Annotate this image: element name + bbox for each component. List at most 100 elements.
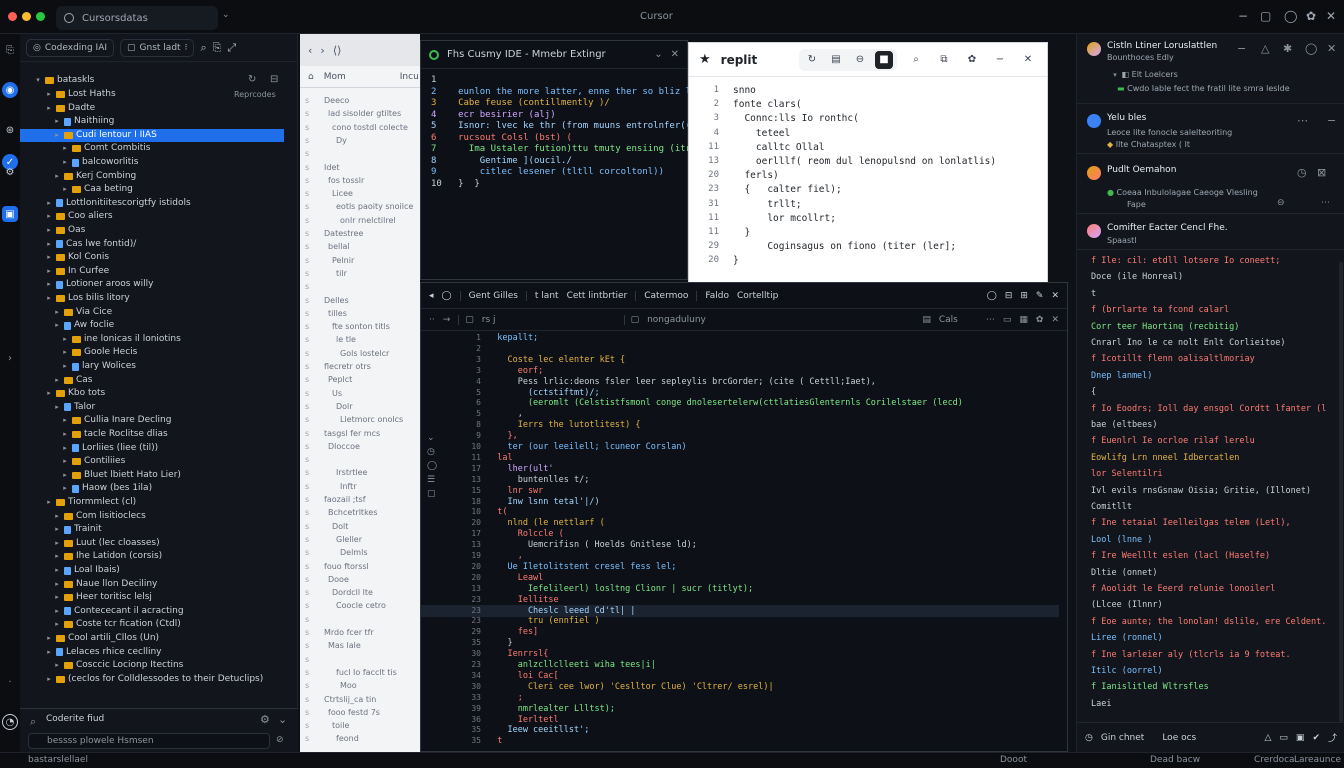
tree-item[interactable]: ▸ Cas <box>20 374 92 387</box>
restore-icon[interactable]: ▢ <box>1260 9 1271 23</box>
back-icon[interactable]: ‹ <box>308 44 312 57</box>
doc-icon[interactable]: ▭ <box>1279 733 1288 743</box>
tree-item[interactable]: ▸ Luut (lec cloasses) <box>20 537 159 550</box>
filter-button[interactable]: ▢ Gnst ladt ⁝ <box>120 38 195 57</box>
history-icon[interactable]: ◷ <box>1297 166 1307 179</box>
link-icon[interactable]: ⊖ <box>851 51 869 69</box>
tree-item[interactable]: ▸ Com lisitioclecs <box>20 510 146 523</box>
preview-tab-2[interactable]: Incu <box>400 72 419 82</box>
minus-icon[interactable]: − <box>1327 114 1336 127</box>
tree-item[interactable]: ▸ Cudi lentour I IIAS <box>20 128 284 142</box>
save-icon[interactable]: ▣ <box>1296 733 1305 743</box>
tree-item[interactable]: ▸ Coo aliers <box>20 210 112 223</box>
close-icon[interactable]: ✕ <box>1327 42 1336 55</box>
star-icon[interactable]: ★ <box>699 52 711 67</box>
tree-item[interactable]: ▸ Lost Haths Reprcodes <box>20 88 276 101</box>
settings-icon[interactable]: ✿ <box>1036 315 1044 325</box>
minimize-icon[interactable]: − <box>991 51 1009 69</box>
layout-icon[interactable]: ▤ <box>827 51 845 69</box>
chat-footer-mid[interactable]: Loe ocs <box>1162 733 1196 743</box>
tree-item[interactable]: ▸ Kerj Combing <box>20 170 136 183</box>
circle-icon[interactable]: ◯ <box>987 291 997 301</box>
tree-item[interactable]: ▸ ine lonicas il loniotins <box>20 333 181 346</box>
back-icon[interactable]: ◂ <box>429 291 434 301</box>
chat-item[interactable]: Yelu bles ⋯ − Leoce lite fonocle salelte… <box>1077 106 1344 154</box>
edit-icon[interactable]: ✎ <box>1036 291 1044 301</box>
warning-icon[interactable]: △ <box>1264 733 1271 743</box>
search-icon[interactable]: ⌕ <box>907 51 925 69</box>
tree-item[interactable]: ▸ Aw foclie <box>20 319 114 332</box>
settings-icon[interactable]: ✿ <box>963 51 981 69</box>
more-icon[interactable]: ⋯ <box>986 315 995 325</box>
close-icon[interactable]: ✕ <box>1051 315 1059 325</box>
workspace-tab[interactable]: Cursorsdatas <box>56 6 218 30</box>
tree-item[interactable]: ▸ Contiliies <box>20 455 125 468</box>
warning-icon[interactable]: △ <box>1261 42 1269 55</box>
circle-icon[interactable]: ◯ <box>442 291 452 301</box>
account-icon[interactable]: ◔ <box>2 714 18 730</box>
layout-icon[interactable]: ⊟ <box>1005 291 1013 301</box>
tab-2[interactable]: t lant <box>525 290 559 301</box>
clear-icon[interactable]: ⊘ <box>276 735 284 745</box>
subtab-3[interactable]: Cals <box>939 315 958 325</box>
chat-item[interactable]: Cistln Ltiner Loruslattlen Bounthoces Ed… <box>1077 34 1344 104</box>
explorer-root[interactable]: ▾ bataskls <box>34 74 94 87</box>
tree-item[interactable]: ▸ Comt Combitis <box>20 142 150 155</box>
check-icon[interactable]: ✔ <box>1312 733 1320 743</box>
tree-item[interactable]: ▸ Talor <box>20 401 95 414</box>
tree-item[interactable]: ▸ Kbo tots <box>20 387 105 400</box>
copy-icon[interactable]: ⧉ <box>935 51 953 69</box>
minimize-icon[interactable]: − <box>1238 9 1248 23</box>
tree-item[interactable]: ▸ Kol Conis <box>20 251 109 264</box>
chevron-down-icon[interactable]: ⌄ <box>278 713 287 726</box>
stop-icon[interactable]: ■ <box>875 50 893 69</box>
tree-item[interactable]: ▸ Oas <box>20 224 85 237</box>
tree-item[interactable]: ▸ Heer toritisc lelsj <box>20 591 152 604</box>
link-icon[interactable]: ⊖ <box>1277 198 1285 208</box>
tab-1[interactable]: Gent Gilles <box>459 290 518 301</box>
close-icon[interactable]: ✕ <box>1019 51 1037 69</box>
history-icon[interactable]: ◷ <box>427 445 439 459</box>
chat-scrollbar[interactable] <box>1339 262 1343 722</box>
search-icon[interactable]: ◉ <box>2 82 18 98</box>
list-icon[interactable]: ☰ <box>427 473 439 487</box>
outline-search-input[interactable]: bessss plowele Hsmsen <box>28 733 270 749</box>
clock-icon[interactable]: ◷ <box>1085 733 1093 743</box>
tree-item[interactable]: ▸ Lorliies (liee (til)) <box>20 442 158 455</box>
close-icon[interactable]: ✕ <box>1326 9 1336 23</box>
close-window-button[interactable] <box>8 12 17 21</box>
tree-item[interactable]: ▸ Goole Hecis <box>20 346 137 359</box>
forward-icon[interactable]: › <box>320 44 324 57</box>
debug-icon[interactable]: ⚙ <box>2 164 18 180</box>
tree-item[interactable]: ▸ Cullia Inare Decling <box>20 414 171 427</box>
chevron-down-icon[interactable]: ⌄ <box>222 10 230 20</box>
close-icon[interactable]: ✕ <box>671 49 679 60</box>
tab-3[interactable]: Cett lintbrtier <box>567 291 628 301</box>
tree-item[interactable]: ▸ Coste tcr fication (Ctdl) <box>20 618 181 631</box>
share-icon[interactable]: ⤴ <box>1328 731 1337 744</box>
settings-icon[interactable]: ✿ <box>1306 9 1316 23</box>
minus-icon[interactable]: − <box>1237 42 1246 55</box>
account-icon[interactable]: ◯ <box>1305 42 1317 55</box>
tree-item[interactable]: ▸ Lottlonitiitescorigtfy istidols <box>20 197 190 210</box>
search-icon[interactable]: ⌕ <box>200 41 206 55</box>
close-icon[interactable]: ⊠ <box>1317 166 1326 179</box>
tree-item[interactable]: ▸ balcoworlitis <box>20 156 138 169</box>
tab-4[interactable]: Catermoo <box>635 290 688 301</box>
chevron-down-icon[interactable]: ⌄ <box>654 49 662 60</box>
split-icon[interactable]: ⊞ <box>1020 291 1028 301</box>
tree-item[interactable]: ▸ Loal Ibais) <box>20 564 120 577</box>
tree-item[interactable]: ▸ (ceclos for Colldlessodes to their Detu… <box>20 673 263 686</box>
tree-item[interactable]: ▸ Haow (bes 1ila) <box>20 482 152 495</box>
more-icon[interactable]: ⋯ <box>1321 198 1330 208</box>
more-icon[interactable]: ⋯ <box>1297 114 1308 127</box>
status-right-1[interactable]: Dead bacw <box>1150 755 1200 765</box>
status-left[interactable]: bastarslellael <box>28 755 88 765</box>
account-icon[interactable]: ◯ <box>1284 9 1297 23</box>
tree-item[interactable]: ▸ Caa beting <box>20 183 133 196</box>
collapse-icon[interactable]: ⤢ <box>227 41 236 55</box>
extensions-icon[interactable]: ▣ <box>2 206 18 222</box>
gear-icon[interactable]: ⚙ <box>260 713 270 726</box>
tree-item[interactable]: ▸ Tiormmlect (cl) <box>20 496 136 509</box>
tree-item[interactable]: ▸ Naithiing <box>20 115 114 128</box>
